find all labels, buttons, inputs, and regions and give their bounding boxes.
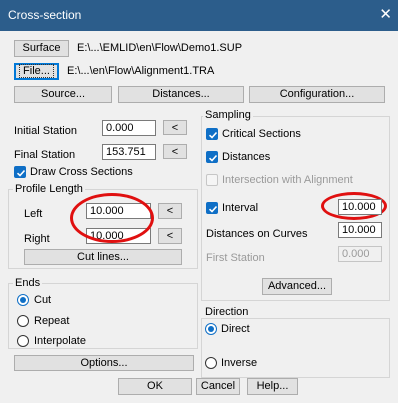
options-button[interactable]: Options...	[14, 355, 194, 371]
direction-inverse-radio[interactable]	[205, 357, 217, 369]
left-label: Left	[24, 208, 43, 220]
critical-sections-label: Critical Sections	[222, 128, 301, 140]
distances-label: Distances	[222, 151, 271, 163]
checkmark-icon	[208, 154, 218, 162]
final-station-input[interactable]: 153.751	[102, 144, 156, 160]
distances-on-curves-input[interactable]: 10.000	[338, 222, 382, 238]
source-button[interactable]: Source...	[14, 86, 112, 103]
first-station-input[interactable]: 0.000	[338, 246, 382, 262]
sampling-title: Sampling	[203, 109, 253, 121]
initial-station-label: Initial Station	[14, 125, 77, 137]
cancel-button[interactable]: Cancel	[196, 378, 240, 395]
surface-path: E:\...\EMLID\en\Flow\Demo1.SUP	[77, 42, 243, 54]
advanced-button[interactable]: Advanced...	[262, 278, 332, 295]
distances-checkbox[interactable]	[206, 151, 218, 163]
interval-checkbox[interactable]	[206, 202, 218, 214]
profile-length-title: Profile Length	[13, 183, 85, 195]
highlight-ellipse-left-right	[70, 193, 154, 243]
direction-direct-label: Direct	[221, 323, 250, 335]
distances-button[interactable]: Distances...	[118, 86, 244, 103]
alignment-path: E:\...\en\Flow\Alignment1.TRA	[67, 65, 215, 77]
initial-station-input[interactable]: 0.000	[102, 120, 156, 136]
distances-on-curves-label: Distances on Curves	[206, 228, 308, 240]
intersection-label: Intersection with Alignment	[222, 174, 353, 186]
interval-input[interactable]: 10.000	[338, 199, 382, 215]
checkmark-icon	[16, 169, 26, 177]
checkmark-icon	[208, 205, 218, 213]
final-station-pick-button[interactable]: <	[163, 144, 187, 159]
first-station-label: First Station	[206, 252, 265, 264]
right-label: Right	[24, 233, 50, 245]
help-button[interactable]: Help...	[247, 378, 298, 395]
draw-cross-sections-label: Draw Cross Sections	[30, 166, 133, 178]
interval-label: Interval	[222, 202, 259, 214]
file-button-label: File...	[19, 64, 54, 78]
configuration-button[interactable]: Configuration...	[249, 86, 385, 103]
ends-repeat-label: Repeat	[34, 315, 70, 327]
final-station-label: Final Station	[14, 149, 76, 161]
surface-button[interactable]: Surface	[14, 40, 69, 57]
file-button[interactable]: File...	[14, 63, 59, 80]
ends-cut-radio[interactable]	[17, 294, 29, 306]
ends-interpolate-radio[interactable]	[17, 335, 29, 347]
direction-direct-radio[interactable]	[205, 323, 217, 335]
ends-repeat-radio[interactable]	[17, 315, 29, 327]
left-length-pick-button[interactable]: <	[158, 203, 182, 219]
initial-station-pick-button[interactable]: <	[163, 120, 187, 135]
right-length-pick-button[interactable]: <	[158, 228, 182, 244]
checkmark-icon	[208, 131, 218, 139]
direction-inverse-label: Inverse	[221, 357, 258, 369]
cut-lines-button[interactable]: Cut lines...	[24, 249, 182, 265]
ok-button[interactable]: OK	[118, 378, 192, 395]
draw-cross-sections-checkbox[interactable]	[14, 166, 26, 178]
close-icon[interactable]: ✕	[379, 5, 392, 23]
title-bar: Cross-section ✕	[0, 0, 398, 31]
intersection-checkbox[interactable]	[206, 174, 218, 186]
ends-title: Ends	[13, 277, 43, 289]
direction-title: Direction	[203, 306, 251, 318]
ends-cut-label: Cut	[34, 294, 52, 306]
ends-interpolate-label: Interpolate	[34, 335, 86, 347]
critical-sections-checkbox[interactable]	[206, 128, 218, 140]
window-title: Cross-section	[8, 8, 82, 22]
